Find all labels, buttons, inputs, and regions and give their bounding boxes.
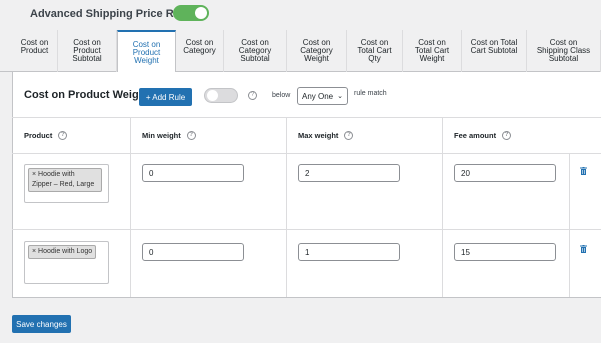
column-header-max-weight: Max weight? xyxy=(298,131,354,140)
tab-label: Cost on Product xyxy=(20,38,49,55)
header-label: Fee amount xyxy=(454,131,497,140)
help-icon[interactable]: ? xyxy=(58,131,68,140)
tab-label: Cost on Product Weight xyxy=(132,40,161,65)
tab-label: Cost on Total Cart Weight xyxy=(414,38,450,63)
product-select[interactable]: × Hoodie with Zipper – Red, Large xyxy=(24,164,109,203)
product-select[interactable]: × Hoodie with Logo xyxy=(24,241,109,284)
help-icon[interactable]: ? xyxy=(248,91,257,100)
tab-cost-on-product-weight[interactable]: Cost on Product Weight xyxy=(117,30,176,73)
help-icon[interactable]: ? xyxy=(344,131,354,140)
tab-cost-on-total-cart-subtotal[interactable]: Cost on Total Cart Subtotal xyxy=(462,30,527,72)
chevron-down-icon: ⌄ xyxy=(337,93,343,100)
toggle-knob xyxy=(195,7,207,19)
enable-rules-toggle[interactable] xyxy=(173,5,209,21)
tab-cost-on-total-cart-weight[interactable]: Cost on Total Cart Weight xyxy=(403,30,462,72)
fee-amount-input[interactable]: 20 xyxy=(454,164,556,182)
tab-cost-on-category[interactable]: Cost on Category xyxy=(176,30,224,72)
max-weight-input[interactable]: 2 xyxy=(298,164,400,182)
column-divider xyxy=(442,117,443,297)
column-divider xyxy=(286,117,287,297)
tab-label: Cost on Total Cart Qty xyxy=(357,38,392,63)
save-changes-button[interactable]: Save changes xyxy=(12,315,71,333)
tab-cost-on-category-weight[interactable]: Cost on Category Weight xyxy=(287,30,347,72)
help-icon[interactable]: ? xyxy=(186,131,196,140)
rule-toggle[interactable] xyxy=(204,88,238,103)
add-rule-button[interactable]: + Add Rule xyxy=(139,88,192,106)
trash-icon[interactable] xyxy=(580,245,587,253)
tab-cost-on-category-subtotal[interactable]: Cost on Category Subtotal xyxy=(224,30,287,72)
column-divider xyxy=(569,153,570,297)
rule-type-tabs: Cost on Product Cost on Product Subtotal… xyxy=(0,30,601,73)
trash-icon[interactable] xyxy=(580,167,587,175)
min-weight-input[interactable]: 0 xyxy=(142,164,244,182)
tab-label: Cost on Category xyxy=(183,38,216,55)
tab-cost-on-product[interactable]: Cost on Product xyxy=(12,30,58,72)
header-label: Min weight xyxy=(142,131,181,140)
tab-label: Cost on Category Weight xyxy=(300,38,333,63)
tab-label: Cost on Product Subtotal xyxy=(72,38,102,63)
rule-match-label: rule match xyxy=(354,90,387,97)
tab-cost-on-shipping-class-subtotal[interactable]: Cost on Shipping Class Subtotal xyxy=(527,30,601,72)
below-label: below xyxy=(272,92,291,99)
toggle-knob xyxy=(207,90,218,101)
divider xyxy=(12,117,601,118)
page-title: Advanced Shipping Price Rules xyxy=(30,8,196,20)
product-chip[interactable]: × Hoodie with Zipper – Red, Large xyxy=(28,168,102,192)
column-header-product: Product? xyxy=(24,131,68,140)
divider xyxy=(12,229,601,230)
header-label: Product xyxy=(24,131,53,140)
settings-header: Advanced Shipping Price Rules xyxy=(16,5,196,23)
column-divider xyxy=(130,117,131,297)
column-header-fee-amount: Fee amount? xyxy=(454,131,512,140)
tab-cost-on-product-subtotal[interactable]: Cost on Product Subtotal xyxy=(58,30,117,72)
max-weight-input[interactable]: 1 xyxy=(298,243,400,261)
tab-label: Cost on Category Subtotal xyxy=(238,38,272,63)
product-chip[interactable]: × Hoodie with Logo xyxy=(28,245,97,259)
column-header-min-weight: Min weight? xyxy=(142,131,196,140)
header-label: Max weight xyxy=(298,131,339,140)
min-weight-input[interactable]: 0 xyxy=(142,243,244,261)
fee-amount-input[interactable]: 15 xyxy=(454,243,556,261)
section-title: Cost on Product Weight xyxy=(24,89,150,101)
match-select[interactable]: Any One ⌄ xyxy=(297,87,348,105)
tab-cost-on-total-cart-qty[interactable]: Cost on Total Cart Qty xyxy=(347,30,403,72)
tab-label: Cost on Shipping Class Subtotal xyxy=(536,38,591,63)
divider xyxy=(12,153,601,154)
help-icon[interactable]: ? xyxy=(502,131,512,140)
match-select-value: Any One xyxy=(302,91,334,101)
tab-label: Cost on Total Cart Subtotal xyxy=(470,38,518,55)
